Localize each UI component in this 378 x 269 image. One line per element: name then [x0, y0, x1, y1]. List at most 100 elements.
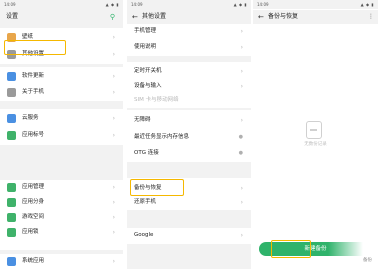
highlight-frame — [271, 240, 311, 258]
cloud-icon — [7, 114, 16, 123]
settings-item-phone-manager[interactable]: 手机管理 › — [127, 24, 251, 39]
settings-item-label: 手机管理 — [134, 28, 157, 34]
chevron-right-icon: › — [112, 184, 115, 191]
status-bar: 14:09 ▲ ◆ ▮ — [253, 0, 378, 9]
settings-item-label: 使用说明 — [134, 44, 157, 50]
chevron-right-icon: › — [240, 83, 243, 90]
settings-item-google[interactable]: Google › — [127, 228, 251, 243]
chevron-right-icon: › — [112, 73, 115, 80]
chevron-right-icon: › — [112, 229, 115, 236]
title-bar: ← 其他设置 — [127, 10, 251, 24]
info-icon — [7, 88, 16, 97]
settings-item-label: 应用管理 — [22, 184, 45, 190]
chevron-right-icon: › — [112, 132, 115, 139]
chevron-right-icon: › — [240, 199, 243, 206]
status-time: 14:09 — [4, 2, 16, 7]
settings-item-app-clone[interactable]: 应用分身 › — [0, 195, 123, 210]
settings-item-accessibility[interactable]: 无障碍 › — [127, 113, 251, 128]
chevron-right-icon: › — [112, 51, 115, 58]
settings-item-label: 云服务 — [22, 115, 39, 121]
status-icons: ▲ ◆ ▮ — [360, 2, 374, 7]
page-title: 其他设置 — [142, 13, 167, 20]
settings-item-app-badge[interactable]: 应用标号 › — [0, 128, 123, 143]
settings-group: 手机管理 › 使用说明 › — [127, 24, 251, 56]
chevron-right-icon: › — [112, 89, 115, 96]
settings-group: 定时开关机 › 设备与输入 › SIM 卡与移动网络 — [127, 62, 251, 108]
chevron-right-icon: › — [112, 115, 115, 122]
page-title: 设置 — [6, 13, 19, 20]
settings-panel: 14:09 ▲ ◆ ▮ 设置 ⚲ 壁纸 › 其他设置 › 软件更新 › 关于手机… — [0, 0, 123, 269]
settings-group: Google › — [127, 228, 251, 244]
update-icon — [7, 72, 16, 81]
settings-item-instructions[interactable]: 使用说明 › — [127, 40, 251, 55]
status-bar: 14:09 ▲ ◆ ▮ — [0, 0, 123, 9]
settings-item-about-phone[interactable]: 关于手机 › — [0, 85, 123, 100]
settings-item-label: 应用锁 — [22, 229, 39, 235]
highlight-frame — [130, 179, 184, 196]
settings-item-label: 系统应用 — [22, 258, 45, 264]
app-clone-icon — [7, 198, 16, 207]
settings-item-label: 最近任务显示内存信息 — [134, 134, 190, 140]
status-time: 14:09 — [257, 2, 269, 7]
chevron-right-icon: › — [240, 68, 243, 75]
settings-item-device-input[interactable]: 设备与输入 › — [127, 79, 251, 94]
settings-item-label: 设备与输入 — [134, 83, 162, 89]
settings-item-label: Google — [134, 232, 154, 238]
settings-item-app-lock[interactable]: 应用锁 › — [0, 225, 123, 240]
settings-item-reset-phone[interactable]: 还原手机 › — [127, 195, 251, 210]
title-bar: 设置 ⚲ — [0, 10, 123, 24]
search-icon[interactable]: ⚲ — [110, 10, 115, 24]
lock-icon — [7, 228, 16, 237]
settings-item-label: OTG 连接 — [134, 150, 159, 156]
settings-item-app-management[interactable]: 应用管理 › — [0, 180, 123, 195]
back-arrow-icon[interactable]: ← — [258, 10, 264, 24]
chevron-right-icon: › — [240, 185, 243, 192]
settings-item-label: 应用分身 — [22, 199, 45, 205]
settings-item-label: 无障碍 — [134, 117, 151, 123]
page-title: 备份与恢复 — [268, 13, 299, 20]
chevron-right-icon: › — [240, 232, 243, 239]
back-arrow-icon[interactable]: ← — [132, 10, 138, 24]
title-bar: ← 备份与恢复 ⋮ — [253, 10, 378, 24]
backup-restore-panel: 14:09 ▲ ◆ ▮ ← 备份与恢复 ⋮ 无数份记录 新建备份 备份 — [253, 0, 378, 269]
settings-group: 软件更新 › 关于手机 › — [0, 67, 123, 101]
settings-item-label: SIM 卡与移动网络 — [134, 97, 179, 103]
settings-item-game-space[interactable]: 游戏空间 › — [0, 210, 123, 225]
side-label: 备份 — [363, 258, 372, 263]
settings-group: 无障碍 › 最近任务显示内存信息 ● OTG 连接 ● — [127, 110, 251, 162]
status-time: 14:09 — [131, 2, 143, 7]
settings-item-label: 关于手机 — [22, 89, 45, 95]
settings-item-label: 游戏空间 — [22, 214, 45, 220]
app-management-icon — [7, 183, 16, 192]
chevron-right-icon: › — [240, 44, 243, 51]
settings-item-label: 软件更新 — [22, 73, 45, 79]
system-apps-icon — [7, 257, 16, 266]
settings-item-system-apps[interactable]: 系统应用 › — [0, 254, 123, 269]
settings-group: 云服务 › 应用标号 › — [0, 109, 123, 145]
game-icon — [7, 213, 16, 222]
settings-item-label: 还原手机 — [134, 199, 157, 205]
settings-item-label: 应用标号 — [22, 132, 45, 138]
status-bar: 14:09 ▲ ◆ ▮ — [127, 0, 251, 9]
settings-group: 系统应用 › — [0, 254, 123, 269]
status-icons: ▲ ◆ ▮ — [233, 2, 247, 7]
toggle-icon[interactable]: ● — [239, 130, 243, 145]
settings-item-recent-tasks-memory[interactable]: 最近任务显示内存信息 ● — [127, 130, 251, 145]
chevron-right-icon: › — [112, 199, 115, 206]
chevron-right-icon: › — [112, 258, 115, 265]
settings-item-sim-network[interactable]: SIM 卡与移动网络 — [127, 93, 251, 108]
status-icons: ▲ ◆ ▮ — [105, 2, 119, 7]
settings-item-software-update[interactable]: 软件更新 › — [0, 69, 123, 84]
chevron-right-icon: › — [112, 214, 115, 221]
settings-item-label: 定时开关机 — [134, 68, 162, 74]
settings-group: 应用管理 › 应用分身 › 游戏空间 › 应用锁 › — [0, 180, 123, 250]
settings-item-scheduled-power[interactable]: 定时开关机 › — [127, 64, 251, 79]
settings-item-otg[interactable]: OTG 连接 ● — [127, 146, 251, 161]
empty-state-text: 无数份记录 — [304, 142, 327, 147]
settings-item-cloud[interactable]: 云服务 › — [0, 111, 123, 126]
badge-icon — [7, 131, 16, 140]
toggle-icon[interactable]: ● — [239, 146, 243, 161]
chevron-right-icon: › — [240, 28, 243, 35]
more-icon[interactable]: ⋮ — [368, 10, 374, 24]
highlight-frame — [4, 40, 66, 55]
